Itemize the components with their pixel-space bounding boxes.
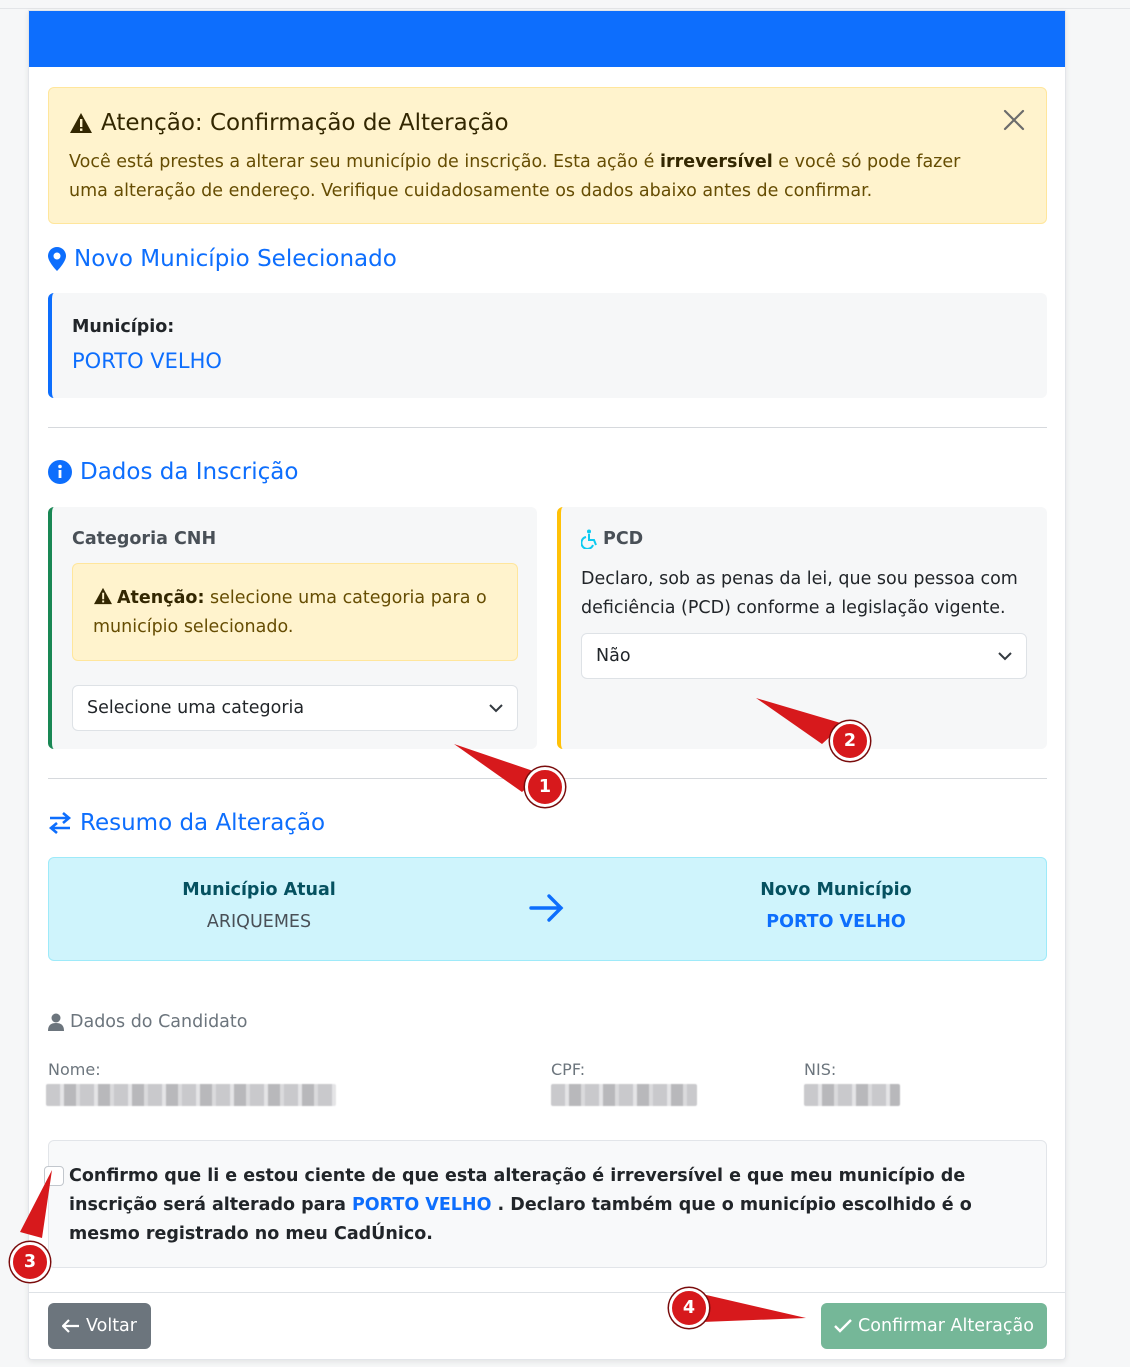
- arrow-right-icon: [529, 894, 564, 922]
- back-button[interactable]: Voltar: [48, 1303, 151, 1349]
- novo-municipio-card: Município: PORTO VELHO: [48, 293, 1047, 398]
- chevron-down-icon: [998, 652, 1012, 661]
- municipio-atual-col: Município Atual ARIQUEMES: [109, 880, 409, 932]
- confirm-checkbox[interactable]: [44, 1166, 64, 1186]
- user-icon: [48, 1013, 64, 1031]
- pcd-title-text: PCD: [603, 529, 644, 549]
- warning-alert-title: Atenção: Confirmação de Alteração: [69, 110, 509, 136]
- warning-alert-title-text: Atenção: Confirmação de Alteração: [101, 110, 509, 136]
- pcd-title: PCD: [581, 529, 643, 549]
- municipio-value: PORTO VELHO: [72, 349, 222, 373]
- back-button-label: Voltar: [86, 1316, 137, 1336]
- dados-inscricao-heading: Dados da Inscrição: [48, 459, 298, 485]
- novo-municipio-col: Novo Município PORTO VELHO: [686, 880, 986, 932]
- novo-municipio-label: Novo Município: [760, 880, 912, 900]
- check-icon: [834, 1319, 852, 1333]
- cpf-label: CPF:: [551, 1060, 586, 1079]
- pcd-card: PCD Declaro, sob as penas da lei, que so…: [557, 507, 1047, 749]
- map-marker-icon: [48, 247, 66, 271]
- nome-label: Nome:: [48, 1060, 101, 1079]
- warning-triangle-icon: [94, 587, 112, 605]
- resumo-heading: Resumo da Alteração: [48, 810, 325, 836]
- exchange-arrows-icon: [48, 812, 72, 834]
- nis-label: NIS:: [804, 1060, 837, 1079]
- section-divider: [48, 427, 1047, 428]
- resumo-heading-text: Resumo da Alteração: [80, 810, 326, 836]
- warning-text-bold: irreversível: [660, 152, 773, 172]
- cpf-value-redacted: [551, 1084, 697, 1106]
- categoria-select-value: Selecione uma categoria: [87, 698, 305, 718]
- page-top-divider: [0, 8, 1130, 9]
- nis-value-redacted: [804, 1084, 900, 1106]
- dados-inscricao-heading-text: Dados da Inscrição: [80, 459, 299, 485]
- novo-municipio-value: PORTO VELHO: [766, 912, 906, 932]
- section-divider: [48, 778, 1047, 779]
- novo-municipio-heading-text: Novo Município Selecionado: [74, 246, 397, 272]
- chevron-down-icon: [489, 704, 503, 713]
- candidato-heading: Dados do Candidato: [48, 1012, 247, 1032]
- warning-triangle-icon: [70, 113, 92, 133]
- candidato-heading-text: Dados do Candidato: [70, 1012, 248, 1032]
- categoria-cnh-title: Categoria CNH: [72, 529, 217, 549]
- confirmation-text: Confirmo que li e estou ciente de que es…: [69, 1162, 1029, 1249]
- close-icon[interactable]: [998, 104, 1030, 136]
- warning-alert-text: Você está prestes a alterar seu municípi…: [69, 148, 989, 206]
- modal-footer: Voltar Confirmar Alteração: [29, 1292, 1065, 1359]
- categoria-warning-alert: Atenção: selecione uma categoria para o …: [72, 563, 518, 661]
- pcd-select-value: Não: [596, 646, 631, 666]
- pcd-select[interactable]: Não: [581, 633, 1027, 679]
- confirmation-modal: Atenção: Confirmação de Alteração Você e…: [28, 10, 1066, 1360]
- warning-text-start: Você está prestes a alterar seu municípi…: [69, 152, 660, 172]
- confirm-change-button[interactable]: Confirmar Alteração: [821, 1303, 1047, 1349]
- categoria-warning-bold: Atenção:: [117, 588, 205, 608]
- confirmation-highlight: PORTO VELHO: [351, 1195, 492, 1215]
- confirmation-box: Confirmo que li e estou ciente de que es…: [44, 1140, 1047, 1268]
- municipio-label: Município:: [72, 317, 175, 337]
- categoria-cnh-card: Categoria CNH Atenção: selecione uma cat…: [48, 507, 537, 749]
- novo-municipio-heading: Novo Município Selecionado: [48, 246, 397, 272]
- info-circle-icon: [48, 460, 72, 484]
- municipio-atual-label: Município Atual: [182, 880, 336, 900]
- municipio-atual-value: ARIQUEMES: [206, 912, 312, 932]
- nome-value-redacted: [46, 1084, 336, 1106]
- categoria-select[interactable]: Selecione uma categoria: [72, 685, 518, 731]
- arrow-left-icon: [62, 1319, 80, 1333]
- wheelchair-icon: [581, 529, 597, 549]
- pcd-declaration-text: Declaro, sob as penas da lei, que sou pe…: [581, 569, 1018, 618]
- modal-header-bar: [29, 11, 1065, 67]
- warning-alert: Atenção: Confirmação de Alteração Você e…: [48, 87, 1047, 224]
- resumo-card: Município Atual ARIQUEMES Novo Município…: [48, 857, 1047, 961]
- confirm-change-label: Confirmar Alteração: [858, 1316, 1034, 1336]
